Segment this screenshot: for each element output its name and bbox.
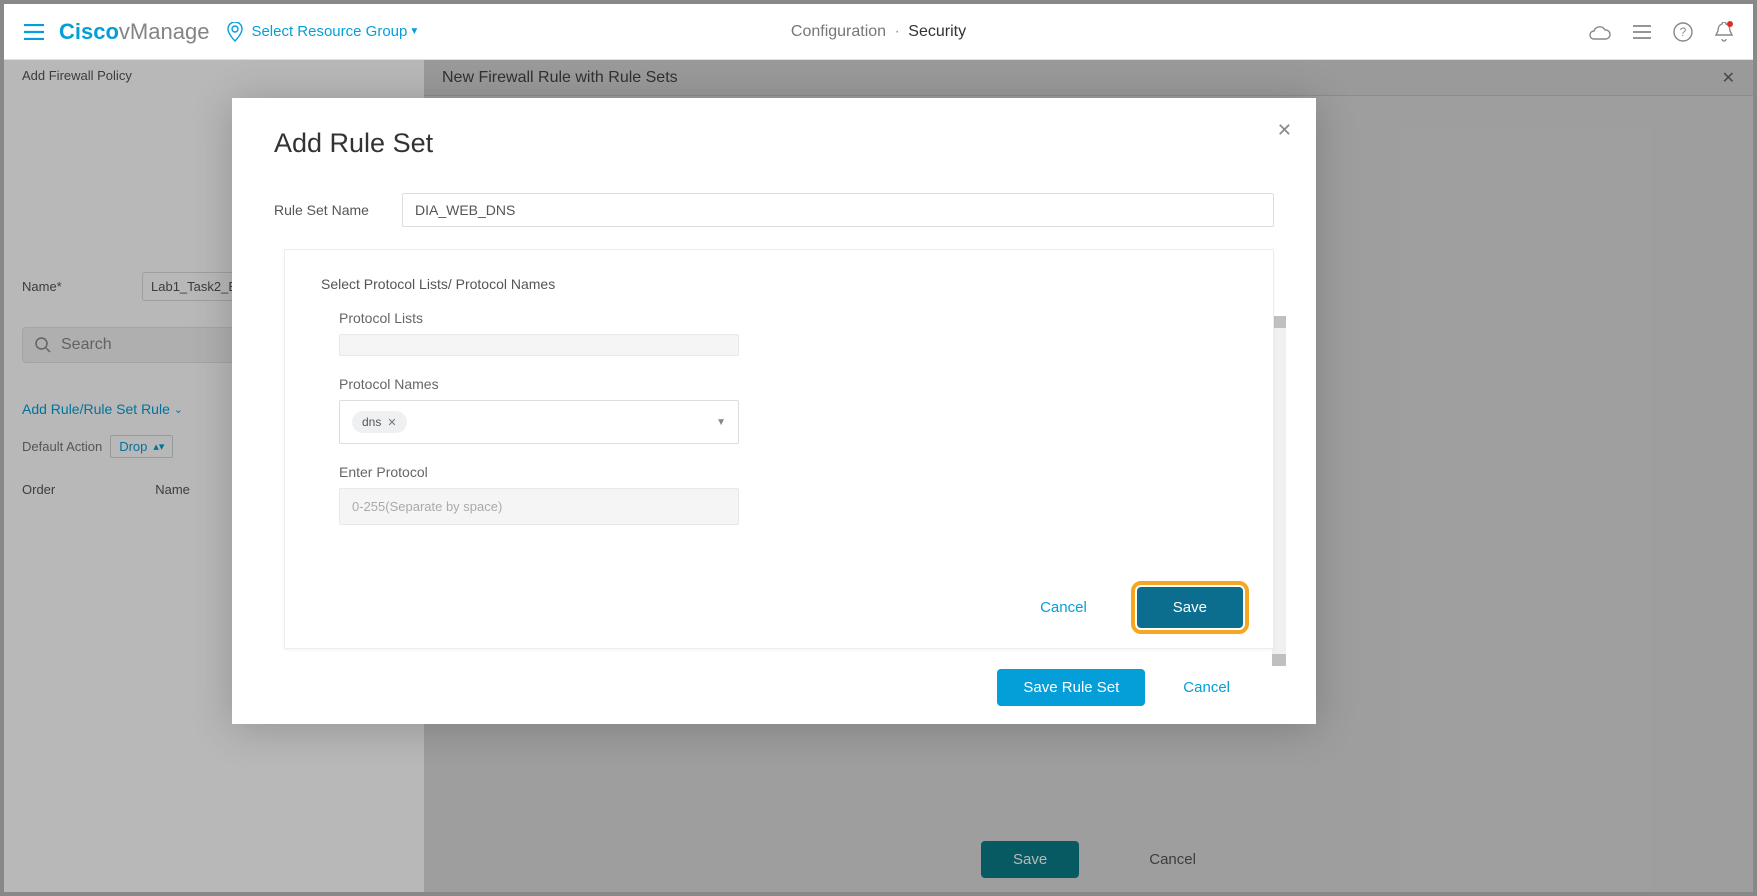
svg-text:?: ? xyxy=(1680,25,1687,39)
resource-group-selector[interactable]: Select Resource Group▼ xyxy=(251,23,419,40)
scrollbar[interactable] xyxy=(1272,316,1286,666)
help-icon[interactable]: ? xyxy=(1673,21,1693,42)
brand-light: vManage xyxy=(119,19,210,45)
breadcrumb: Configuration · Security xyxy=(791,23,966,41)
brand: Cisco vManage xyxy=(59,19,209,45)
chevron-down-icon[interactable]: ▼ xyxy=(716,417,726,428)
hamburger-icon[interactable] xyxy=(24,18,44,46)
rule-set-name-label: Rule Set Name xyxy=(274,202,378,218)
brand-bold: Cisco xyxy=(59,19,119,45)
chip-remove-icon[interactable]: ✕ xyxy=(387,416,396,429)
protocol-lists-input[interactable] xyxy=(339,334,739,356)
bell-icon[interactable] xyxy=(1715,21,1733,42)
modal-cancel-button[interactable]: Cancel xyxy=(1183,679,1230,696)
save-rule-set-button[interactable]: Save Rule Set xyxy=(997,669,1145,706)
tasks-icon[interactable] xyxy=(1633,21,1651,42)
rule-set-name-input[interactable] xyxy=(402,193,1274,227)
add-rule-set-modal: ✕ Add Rule Set Rule Set Name Select Prot… xyxy=(232,98,1316,724)
scroll-down-icon[interactable] xyxy=(1272,654,1286,666)
top-bar: Cisco vManage Select Resource Group▼ Con… xyxy=(4,4,1753,60)
scroll-up-icon[interactable] xyxy=(1272,316,1286,328)
protocol-lists-label: Protocol Lists xyxy=(339,310,1237,326)
location-icon xyxy=(227,22,243,42)
protocol-names-input[interactable]: dns ✕ ▼ xyxy=(339,400,739,444)
modal-title: Add Rule Set xyxy=(274,128,1274,159)
notification-dot xyxy=(1727,21,1733,27)
inner-save-button[interactable]: Save xyxy=(1137,587,1243,628)
enter-protocol-label: Enter Protocol xyxy=(339,464,1237,480)
inner-cancel-button[interactable]: Cancel xyxy=(1040,599,1087,616)
protocol-card: Select Protocol Lists/ Protocol Names Pr… xyxy=(284,249,1274,649)
protocol-card-title: Select Protocol Lists/ Protocol Names xyxy=(321,276,1237,292)
cloud-icon[interactable] xyxy=(1589,21,1611,42)
modal-close-icon[interactable]: ✕ xyxy=(1277,120,1292,141)
protocol-chip-dns[interactable]: dns ✕ xyxy=(352,411,407,433)
enter-protocol-input[interactable]: 0-255(Separate by space) xyxy=(339,488,739,525)
protocol-names-label: Protocol Names xyxy=(339,376,1237,392)
